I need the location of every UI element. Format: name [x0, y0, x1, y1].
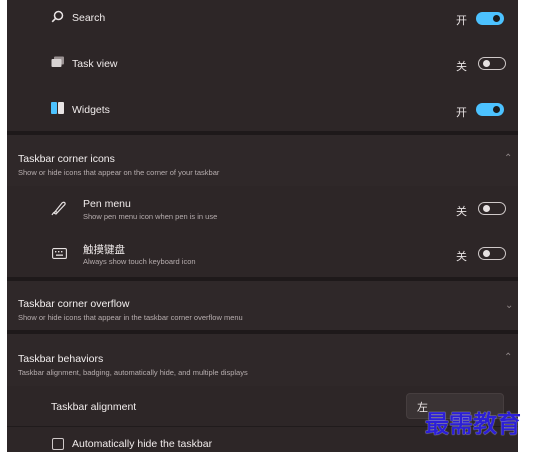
section-subtitle: Show or hide icons that appear on the co… [18, 168, 220, 177]
search-row[interactable]: Search 开 [7, 0, 518, 43]
keyboard-icon [52, 248, 67, 259]
touch-keyboard-toggle[interactable] [478, 247, 506, 260]
search-icon [51, 10, 64, 23]
widgets-toggle[interactable] [476, 103, 504, 116]
task-view-state: 关 [456, 61, 467, 73]
touch-keyboard-description: Always show touch keyboard icon [83, 257, 196, 266]
section-subtitle: Show or hide icons that appear in the ta… [18, 313, 243, 322]
touch-keyboard-label: 触摸键盘 [83, 244, 125, 256]
behaviors-section[interactable]: Taskbar behaviors Taskbar alignment, bad… [7, 330, 518, 388]
widgets-row[interactable]: Widgets 开 [7, 87, 518, 132]
search-state: 开 [456, 15, 467, 27]
widgets-label: Widgets [72, 104, 110, 116]
chevron-icon[interactable]: ⌄ [505, 300, 513, 311]
section-title: Taskbar behaviors [18, 353, 104, 365]
section-title: Taskbar corner overflow [18, 298, 130, 310]
chevron-icon[interactable]: ⌃ [504, 153, 512, 164]
toggle-knob [483, 250, 490, 257]
pen-menu-row[interactable]: Pen menu Show pen menu icon when pen is … [7, 186, 518, 232]
toggle-knob [493, 106, 500, 113]
task-view-icon [51, 56, 64, 67]
pen-icon [51, 201, 66, 216]
toggle-knob [483, 205, 490, 212]
alignment-label: Taskbar alignment [51, 401, 137, 413]
pen-menu-toggle[interactable] [478, 202, 506, 215]
touch-keyboard-row[interactable]: 触摸键盘 Always show touch keyboard icon 关 [7, 231, 518, 278]
autohide-label: Automatically hide the taskbar [72, 438, 213, 450]
autohide-checkbox[interactable] [52, 438, 64, 450]
widgets-state: 开 [456, 107, 467, 119]
pen-menu-label: Pen menu [83, 198, 131, 210]
corner-overflow-section[interactable]: Taskbar corner overflow Show or hide ico… [7, 277, 518, 332]
widgets-icon [51, 102, 64, 114]
touch-keyboard-state: 关 [456, 251, 467, 263]
settings-panel: Search 开 Task view 关 Widgets 开 Taskbar c… [7, 0, 518, 452]
task-view-row[interactable]: Task view 关 [7, 42, 518, 88]
watermark-logo: 最需教育 [425, 409, 521, 438]
search-toggle[interactable] [476, 12, 504, 25]
pen-menu-description: Show pen menu icon when pen is in use [83, 212, 218, 221]
toggle-knob [483, 60, 490, 67]
task-view-label: Task view [72, 58, 118, 70]
section-subtitle: Taskbar alignment, badging, automaticall… [18, 368, 248, 377]
pen-menu-state: 关 [456, 206, 467, 218]
chevron-icon[interactable]: ⌃ [504, 352, 512, 363]
section-title: Taskbar corner icons [18, 153, 115, 165]
search-label: Search [72, 12, 106, 24]
task-view-toggle[interactable] [478, 57, 506, 70]
toggle-knob [493, 15, 500, 22]
corner-icons-section[interactable]: Taskbar corner icons Show or hide icons … [7, 131, 518, 186]
